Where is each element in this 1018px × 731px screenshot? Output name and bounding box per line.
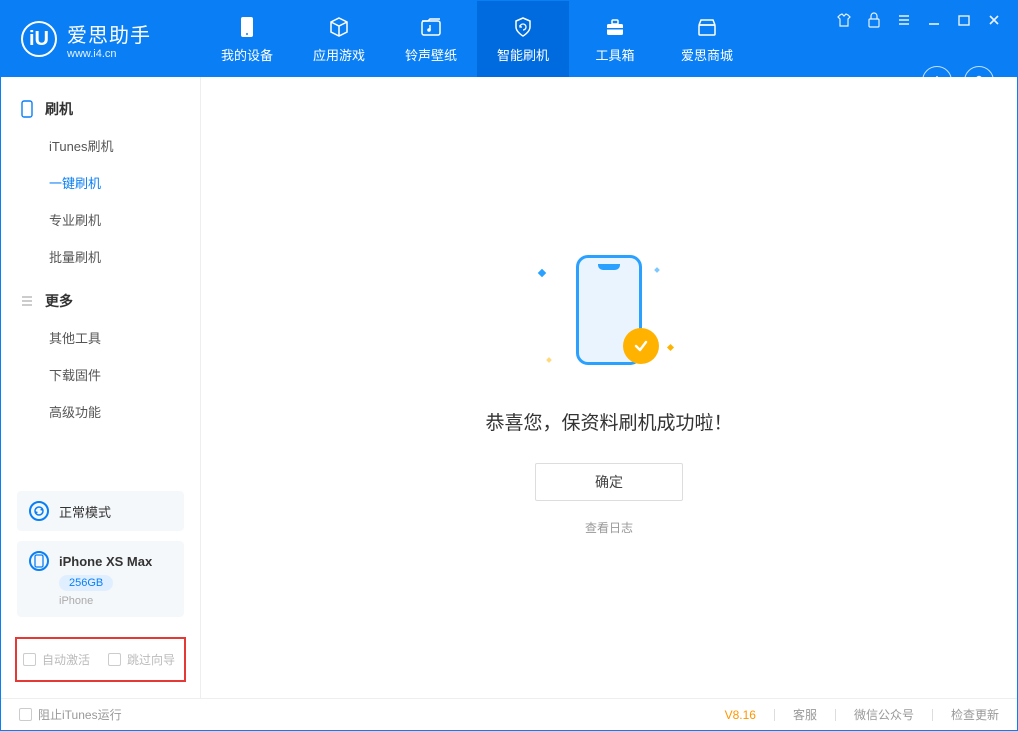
header: iU 爱思助手 www.i4.cn 我的设备 应用游戏 铃声壁纸 智能刷机 (1, 1, 1017, 77)
device-card[interactable]: iPhone XS Max 256GB iPhone (17, 541, 184, 617)
logo-area: iU 爱思助手 www.i4.cn (1, 1, 201, 77)
divider (932, 709, 933, 721)
lock-icon[interactable] (863, 9, 885, 31)
shield-refresh-icon (511, 15, 535, 39)
group-more[interactable]: 更多 (1, 283, 200, 319)
store-icon (695, 15, 719, 39)
device-name: iPhone XS Max (59, 554, 152, 569)
check-update-link[interactable]: 检查更新 (951, 706, 999, 723)
app-window: iU 爱思助手 www.i4.cn 我的设备 应用游戏 铃声壁纸 智能刷机 (0, 0, 1018, 731)
footer: 阻止iTunes运行 V8.16 客服 微信公众号 检查更新 (1, 698, 1017, 730)
tab-label: 铃声壁纸 (405, 45, 457, 64)
main-content: 恭喜您，保资料刷机成功啦！ 确定 查看日志 (201, 77, 1017, 698)
toolbox-icon (603, 15, 627, 39)
sidebar-nav: 刷机 iTunes刷机 一键刷机 专业刷机 批量刷机 更多 其他工具 下载固件 … (1, 77, 200, 481)
tab-store[interactable]: 爱思商城 (661, 1, 753, 77)
checkbox-icon (19, 708, 32, 721)
device-phone-icon (29, 551, 49, 571)
checkbox-label: 阻止iTunes运行 (38, 706, 122, 723)
maximize-button[interactable] (953, 9, 975, 31)
device-type: iPhone (59, 595, 93, 607)
phone-outline-icon (19, 101, 35, 117)
tab-label: 工具箱 (595, 45, 634, 64)
tab-label: 我的设备 (221, 45, 273, 64)
ok-button[interactable]: 确定 (535, 463, 683, 501)
mode-label: 正常模式 (59, 502, 111, 521)
sparkle-icon (538, 268, 546, 276)
tab-label: 爱思商城 (681, 45, 733, 64)
checkbox-icon (108, 653, 121, 666)
sparkle-icon (654, 267, 660, 273)
checkbox-label: 跳过向导 (127, 651, 175, 668)
tab-label: 应用游戏 (313, 45, 365, 64)
sidebar-devices: 正常模式 iPhone XS Max 256GB iPhone (1, 481, 200, 627)
phone-icon (235, 15, 259, 39)
tab-my-device[interactable]: 我的设备 (201, 1, 293, 77)
minimize-button[interactable] (923, 9, 945, 31)
divider (774, 709, 775, 721)
sync-icon (29, 501, 49, 521)
checkbox-label: 自动激活 (42, 651, 90, 668)
check-badge-icon (623, 328, 659, 364)
tab-ringtones[interactable]: 铃声壁纸 (385, 1, 477, 77)
device-storage-badge: 256GB (59, 575, 113, 591)
sparkle-icon (667, 343, 674, 350)
body: 刷机 iTunes刷机 一键刷机 专业刷机 批量刷机 更多 其他工具 下载固件 … (1, 77, 1017, 698)
mode-card[interactable]: 正常模式 (17, 491, 184, 531)
version-label: V8.16 (725, 708, 756, 722)
sub-one-click-flash[interactable]: 一键刷机 (1, 164, 200, 201)
sub-advanced[interactable]: 高级功能 (1, 393, 200, 430)
tab-toolbox[interactable]: 工具箱 (569, 1, 661, 77)
list-icon (19, 293, 35, 309)
success-title: 恭喜您，保资料刷机成功啦！ (485, 408, 732, 435)
footer-right: V8.16 客服 微信公众号 检查更新 (725, 706, 999, 723)
success-illustration (519, 240, 699, 380)
auto-activate-checkbox[interactable]: 自动激活 (23, 651, 90, 668)
divider (835, 709, 836, 721)
top-tabs: 我的设备 应用游戏 铃声壁纸 智能刷机 工具箱 爱思商城 (201, 1, 753, 77)
sub-itunes-flash[interactable]: iTunes刷机 (1, 127, 200, 164)
group-label: 刷机 (45, 99, 73, 119)
tab-label: 智能刷机 (497, 45, 549, 64)
close-button[interactable] (983, 9, 1005, 31)
group-flash[interactable]: 刷机 (1, 91, 200, 127)
wechat-link[interactable]: 微信公众号 (854, 706, 914, 723)
sub-download-firmware[interactable]: 下载固件 (1, 356, 200, 393)
sub-batch-flash[interactable]: 批量刷机 (1, 238, 200, 275)
music-folder-icon (419, 15, 443, 39)
sub-other-tools[interactable]: 其他工具 (1, 319, 200, 356)
sidebar: 刷机 iTunes刷机 一键刷机 专业刷机 批量刷机 更多 其他工具 下载固件 … (1, 77, 201, 698)
header-controls (833, 1, 1017, 77)
view-log-link[interactable]: 查看日志 (585, 519, 633, 536)
sub-pro-flash[interactable]: 专业刷机 (1, 201, 200, 238)
tab-flash[interactable]: 智能刷机 (477, 1, 569, 77)
cube-icon (327, 15, 351, 39)
sparkle-icon (546, 357, 552, 363)
shirt-icon[interactable] (833, 9, 855, 31)
skip-guide-checkbox[interactable]: 跳过向导 (108, 651, 175, 668)
logo-title: 爱思助手 (67, 19, 151, 48)
group-label: 更多 (45, 291, 73, 311)
logo-badge-icon: iU (21, 21, 57, 57)
tab-apps[interactable]: 应用游戏 (293, 1, 385, 77)
checkbox-icon (23, 653, 36, 666)
block-itunes-checkbox[interactable]: 阻止iTunes运行 (19, 706, 122, 723)
logo-subtitle: www.i4.cn (67, 48, 151, 60)
menu-icon[interactable] (893, 9, 915, 31)
support-link[interactable]: 客服 (793, 706, 817, 723)
options-highlight-box: 自动激活 跳过向导 (15, 637, 186, 682)
